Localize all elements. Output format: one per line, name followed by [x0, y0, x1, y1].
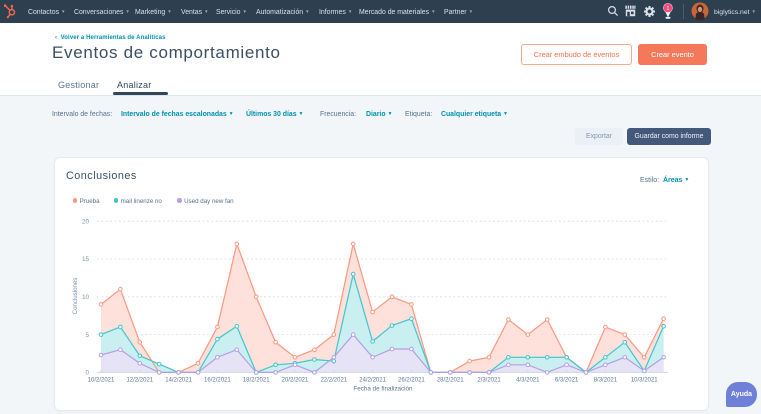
svg-text:6/3/2021: 6/3/2021 — [555, 378, 579, 384]
svg-text:Fecha de finalización: Fecha de finalización — [353, 386, 413, 393]
svg-text:28/2/2021: 28/2/2021 — [437, 378, 464, 384]
svg-text:5: 5 — [85, 332, 89, 339]
svg-text:0: 0 — [85, 370, 89, 377]
svg-text:15: 15 — [82, 256, 90, 263]
svg-text:10/2/2021: 10/2/2021 — [88, 378, 115, 384]
svg-text:20/2/2021: 20/2/2021 — [282, 378, 309, 384]
svg-text:22/2/2021: 22/2/2021 — [320, 378, 347, 384]
svg-text:8/3/2021: 8/3/2021 — [594, 378, 618, 384]
svg-text:18/2/2021: 18/2/2021 — [243, 378, 270, 384]
svg-text:26/2/2021: 26/2/2021 — [398, 378, 425, 384]
svg-text:10/3/2021: 10/3/2021 — [631, 378, 658, 384]
svg-text:24/2/2021: 24/2/2021 — [359, 378, 386, 384]
svg-text:14/2/2021: 14/2/2021 — [165, 378, 192, 384]
svg-text:12/2/2021: 12/2/2021 — [126, 378, 153, 384]
svg-text:2/3/2021: 2/3/2021 — [477, 378, 501, 384]
svg-text:20: 20 — [82, 218, 90, 225]
svg-text:Conclusiones: Conclusiones — [72, 278, 79, 315]
svg-text:4/3/2021: 4/3/2021 — [516, 378, 540, 384]
svg-text:16/2/2021: 16/2/2021 — [204, 378, 231, 384]
svg-text:10: 10 — [82, 294, 90, 301]
